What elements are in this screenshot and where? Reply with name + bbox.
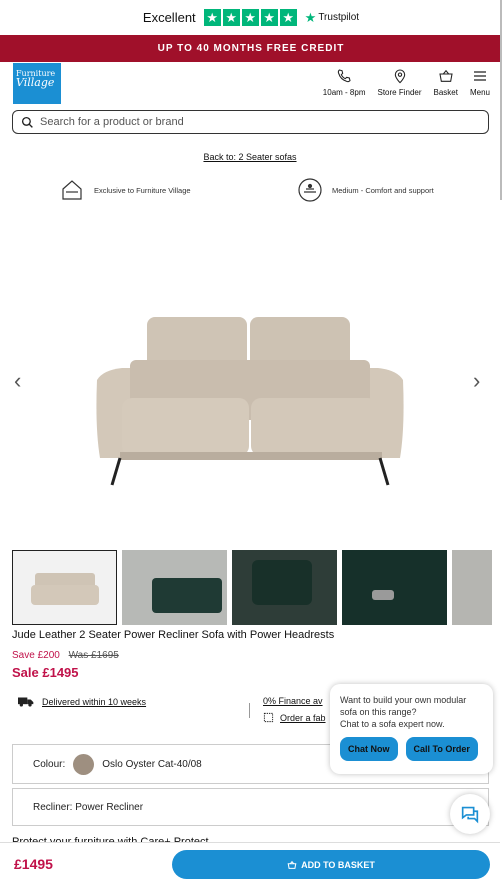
map-pin-icon [394,69,405,84]
header-nav: 10am - 8pm Store Finder Basket Menu [323,68,490,97]
chat-prompt: Want to build your own modular sofa on t… [340,695,467,717]
nav-label: Menu [469,88,490,97]
finance-link[interactable]: 0% Finance av [263,696,323,706]
thumbnail[interactable] [122,550,227,625]
order-fabric-link[interactable]: Order a fab [263,712,326,723]
promo-text: UP TO 40 MONTHS FREE CREDIT [157,43,345,54]
price-save-row: Save £200 Was £1695 [12,650,119,661]
comfort-icon [298,178,322,202]
thumbnail-strip [12,550,492,625]
chat-popup: Want to build your own modular sofa on t… [330,684,493,774]
product-title: Jude Leather 2 Seater Power Recliner Sof… [12,629,335,641]
add-to-basket-button[interactable]: ADD TO BASKET [172,850,490,879]
star-icon: ★ [203,9,221,26]
thumbnail[interactable] [342,550,447,625]
basket-button[interactable]: Basket [434,68,458,97]
chat-subprompt: Chat to a sofa expert now. [340,719,445,729]
trustpilot-logo: ★ Trustpilot [305,10,359,26]
product-image[interactable] [0,230,500,540]
nav-label: 10am - 8pm [322,88,366,97]
feature-label: Exclusive to Furniture Village [94,185,191,195]
phone-icon [338,69,351,83]
divider [249,703,250,718]
feature-comfort: Medium - Comfort and support [298,178,434,202]
sale-price: Sale £1495 [12,665,79,680]
save-amount: Save £200 [12,650,60,661]
basket-icon [287,860,297,869]
star-icon: ★ [241,9,259,26]
add-to-basket-label: ADD TO BASKET [301,859,375,870]
menu-button[interactable]: Menu [470,68,490,97]
recliner-selector[interactable]: Recliner: Power Recliner [12,788,489,826]
search-input[interactable]: Search for a product or brand [12,110,489,134]
sofa-image [96,317,404,486]
trustpilot-rating-label: Excellent [142,10,196,25]
chat-bubble-button[interactable] [450,794,490,834]
delivery-truck-icon [18,697,34,707]
sticky-add-bar: £1495 ADD TO BASKET [0,842,500,886]
trustpilot-stars: ★ ★ ★ ★ ★ [203,9,297,26]
delivery-info[interactable]: Delivered within 10 weeks [18,696,146,707]
colour-swatch [73,753,95,775]
feature-label: Medium - Comfort and support [332,185,434,195]
nav-label: Store Finder [377,88,422,97]
search-icon [21,116,33,128]
trustpilot-brand: Trustpilot [318,12,360,23]
delivery-text: Delivered within 10 weeks [42,696,147,707]
logo-line2: Village [16,76,55,89]
trustpilot-star-icon: ★ [304,9,317,25]
star-icon: ★ [260,9,278,26]
promo-banner[interactable]: UP TO 40 MONTHS FREE CREDIT [0,35,502,62]
star-icon: ★ [279,9,297,26]
order-fabric-text: Order a fab [280,712,326,723]
search-placeholder: Search for a product or brand [40,116,184,128]
prev-image-arrow[interactable]: ‹ [14,368,21,394]
site-header: Furniture Village 10am - 8pm Store Finde… [0,62,502,107]
recliner-label: Recliner: Power Recliner [33,801,144,813]
back-link[interactable]: Back to: 2 Seater sofas [0,152,500,162]
opening-hours-button[interactable]: 10am - 8pm [322,68,366,97]
house-icon [60,178,84,202]
call-to-order-button[interactable]: Call To Order [405,737,478,761]
was-price: Was £1695 [68,650,119,661]
chat-buttons: Chat Now Call To Order [340,737,483,761]
star-icon: ★ [222,9,240,26]
nav-label: Basket [433,88,458,97]
basket-icon [439,69,453,82]
colour-value: Oslo Oyster Cat-40/08 [102,758,202,770]
feature-exclusive: Exclusive to Furniture Village [60,178,191,202]
store-finder-button[interactable]: Store Finder [377,68,422,97]
sticky-price: £1495 [14,856,53,872]
furniture-village-logo[interactable]: Furniture Village [13,63,61,104]
thumbnail[interactable] [232,550,337,625]
menu-icon [473,71,486,81]
chat-now-button[interactable]: Chat Now [340,737,398,761]
thumbnail[interactable] [12,550,117,625]
swatch-icon [263,712,274,723]
trustpilot-bar[interactable]: Excellent ★ ★ ★ ★ ★ ★ Trustpilot [0,0,502,35]
thumbnail[interactable] [452,550,492,625]
colour-label: Colour: [33,758,66,770]
next-image-arrow[interactable]: › [473,368,480,394]
chat-icon [461,806,479,824]
